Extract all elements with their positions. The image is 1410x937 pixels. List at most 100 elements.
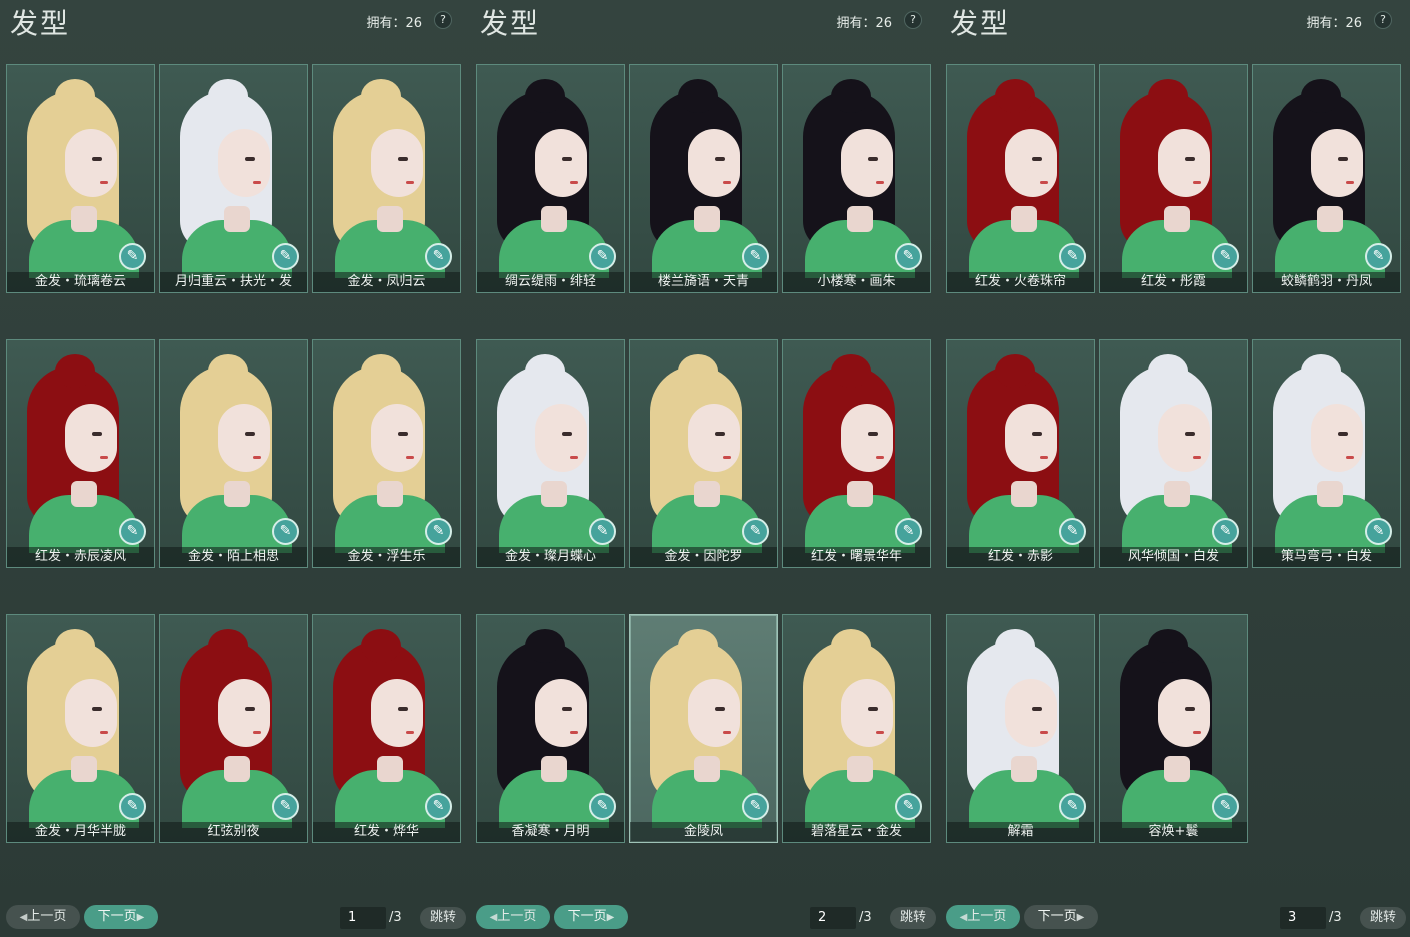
prev-page-button[interactable]: ◀上一页	[476, 905, 550, 929]
hairstyle-grid: ✎ 金发・琉璃卷云 ✎ 月归重云・扶光・发 ✎ 金发・凤归云 ✎ 红发・赤辰凌风 ✎ 金发・陌上相…	[6, 64, 462, 844]
prev-page-button[interactable]: ◀上一页	[946, 905, 1020, 929]
hairstyle-card[interactable]: ✎ 红弦别夜	[159, 614, 308, 843]
hairstyle-card[interactable]: ✎ 金陵凤	[629, 614, 778, 843]
hairstyle-card[interactable]: ✎ 金发・月华半胧	[6, 614, 155, 843]
hairstyle-card[interactable]: ✎ 风华倾国・白发	[1099, 339, 1248, 568]
next-page-button[interactable]: 下一页▶	[1024, 905, 1098, 929]
hairstyle-card[interactable]: ✎ 金发・琉璃卷云	[6, 64, 155, 293]
hairstyle-name: 红发・曙景华年	[783, 547, 930, 567]
prev-page-button[interactable]: ◀上一页	[6, 905, 80, 929]
hairstyle-card[interactable]: ✎ 金发・凤归云	[312, 64, 461, 293]
dye-brush-icon[interactable]: ✎	[742, 243, 769, 270]
hairstyle-card[interactable]: ✎ 金发・因陀罗	[629, 339, 778, 568]
hairstyle-card[interactable]: ✎ 金发・浮生乐	[312, 339, 461, 568]
dye-brush-icon[interactable]: ✎	[895, 243, 922, 270]
chevron-left-icon: ◀	[489, 912, 498, 923]
hairstyle-card[interactable]: ✎ 解霜	[946, 614, 1095, 843]
hairstyle-card[interactable]: ✎ 碧落星云・金发	[782, 614, 931, 843]
hairstyle-name: 绸云缇雨・绯轻	[477, 272, 624, 292]
hairstyle-name: 小楼寒・画朱	[783, 272, 930, 292]
hairstyle-card[interactable]: ✎ 蛟鳞鹤羽・丹凤	[1252, 64, 1401, 293]
dye-brush-icon[interactable]: ✎	[1059, 243, 1086, 270]
hairstyle-name: 红弦别夜	[160, 822, 307, 842]
dye-brush-icon[interactable]: ✎	[425, 793, 452, 820]
hairstyle-name: 楼兰旖语・天青	[630, 272, 777, 292]
hairstyle-card[interactable]: ✎ 红发・赤影	[946, 339, 1095, 568]
hairstyle-card[interactable]: ✎ 红发・彤霞	[1099, 64, 1248, 293]
help-icon[interactable]: ?	[1374, 11, 1392, 29]
dye-brush-icon[interactable]: ✎	[1365, 518, 1392, 545]
page-number-input[interactable]: 1	[340, 907, 386, 929]
hairstyle-grid: ✎ 绸云缇雨・绯轻 ✎ 楼兰旖语・天青 ✎ 小楼寒・画朱 ✎ 金发・璨月蝶心 ✎ 金发・因陀罗 ✎ 红…	[476, 64, 932, 844]
dye-brush-icon[interactable]: ✎	[425, 243, 452, 270]
hairstyle-name: 金发・因陀罗	[630, 547, 777, 567]
hairstyle-panel-page-2: 发型 拥有：26 ? ✎ 绸云缇雨・绯轻 ✎ 楼兰旖语・天青 ✎ 小楼寒・画朱 ✎ 金发・璨月…	[470, 0, 940, 937]
hairstyle-card[interactable]: ✎ 楼兰旖语・天青	[629, 64, 778, 293]
dye-brush-icon[interactable]: ✎	[742, 793, 769, 820]
hairstyle-name: 月归重云・扶光・发	[160, 272, 307, 292]
page-number-input[interactable]: 3	[1280, 907, 1326, 929]
dye-brush-icon[interactable]: ✎	[1059, 518, 1086, 545]
help-icon[interactable]: ?	[434, 11, 452, 29]
hairstyle-name: 金发・月华半胧	[7, 822, 154, 842]
dye-brush-icon[interactable]: ✎	[1059, 793, 1086, 820]
hairstyle-card[interactable]: ✎ 红发・赤辰凌风	[6, 339, 155, 568]
hairstyle-card[interactable]: ✎ 绸云缇雨・绯轻	[476, 64, 625, 293]
dye-brush-icon[interactable]: ✎	[119, 243, 146, 270]
hairstyle-card[interactable]: ✎ 红发・火卷珠帘	[946, 64, 1095, 293]
hairstyle-card[interactable]: ✎ 策马弯弓・白发	[1252, 339, 1401, 568]
hairstyle-card[interactable]: ✎ 香凝寒・月明	[476, 614, 625, 843]
pager: ◀上一页 下一页▶ 2 /3 跳转	[476, 905, 936, 931]
next-page-button[interactable]: 下一页▶	[84, 905, 158, 929]
dye-brush-icon[interactable]: ✎	[272, 518, 299, 545]
next-page-label: 下一页	[1037, 909, 1077, 924]
jump-button[interactable]: 跳转	[420, 907, 466, 929]
dye-brush-icon[interactable]: ✎	[1365, 243, 1392, 270]
dye-brush-icon[interactable]: ✎	[895, 793, 922, 820]
page-total: /3	[1329, 910, 1342, 925]
dye-brush-icon[interactable]: ✎	[589, 518, 616, 545]
dye-brush-icon[interactable]: ✎	[1212, 243, 1239, 270]
jump-button[interactable]: 跳转	[890, 907, 936, 929]
hairstyle-name: 红发・赤辰凌风	[7, 547, 154, 567]
page-total: /3	[389, 910, 402, 925]
hairstyle-card[interactable]: ✎ 月归重云・扶光・发	[159, 64, 308, 293]
dye-brush-icon[interactable]: ✎	[272, 793, 299, 820]
hairstyle-name: 风华倾国・白发	[1100, 547, 1247, 567]
dye-brush-icon[interactable]: ✎	[272, 243, 299, 270]
jump-button[interactable]: 跳转	[1360, 907, 1406, 929]
prev-page-label: 上一页	[27, 909, 67, 924]
hairstyle-card[interactable]: ✎ 金发・陌上相思	[159, 339, 308, 568]
owned-count: 拥有：26	[1306, 16, 1362, 31]
hairstyle-name: 解霜	[947, 822, 1094, 842]
panel-title: 发型	[480, 7, 541, 40]
hairstyle-name: 金陵凤	[630, 822, 777, 842]
page-total: /3	[859, 910, 872, 925]
dye-brush-icon[interactable]: ✎	[1212, 518, 1239, 545]
page-number-input[interactable]: 2	[810, 907, 856, 929]
hairstyle-grid: ✎ 红发・火卷珠帘 ✎ 红发・彤霞 ✎ 蛟鳞鹤羽・丹凤 ✎ 红发・赤影 ✎ 风华倾国・白发 ✎ 策马弯…	[946, 64, 1402, 844]
hairstyle-name: 红发・赤影	[947, 547, 1094, 567]
hairstyle-card[interactable]: ✎ 红发・曙景华年	[782, 339, 931, 568]
help-icon[interactable]: ?	[904, 11, 922, 29]
hairstyle-name: 策马弯弓・白发	[1253, 547, 1400, 567]
dye-brush-icon[interactable]: ✎	[589, 793, 616, 820]
dye-brush-icon[interactable]: ✎	[119, 518, 146, 545]
dye-brush-icon[interactable]: ✎	[895, 518, 922, 545]
dye-brush-icon[interactable]: ✎	[742, 518, 769, 545]
next-page-button[interactable]: 下一页▶	[554, 905, 628, 929]
hairstyle-card[interactable]: ✎ 小楼寒・画朱	[782, 64, 931, 293]
hairstyle-card[interactable]: ✎ 容焕+鬟	[1099, 614, 1248, 843]
hairstyle-card[interactable]: ✎ 红发・烨华	[312, 614, 461, 843]
dye-brush-icon[interactable]: ✎	[425, 518, 452, 545]
prev-page-label: 上一页	[967, 909, 1007, 924]
dye-brush-icon[interactable]: ✎	[1212, 793, 1239, 820]
panel-title: 发型	[10, 7, 71, 40]
dye-brush-icon[interactable]: ✎	[589, 243, 616, 270]
hairstyle-name: 香凝寒・月明	[477, 822, 624, 842]
hairstyle-card[interactable]: ✎ 金发・璨月蝶心	[476, 339, 625, 568]
chevron-right-icon: ▶	[136, 912, 145, 923]
next-page-label: 下一页	[97, 909, 137, 924]
dye-brush-icon[interactable]: ✎	[119, 793, 146, 820]
hairstyle-name: 金发・璨月蝶心	[477, 547, 624, 567]
